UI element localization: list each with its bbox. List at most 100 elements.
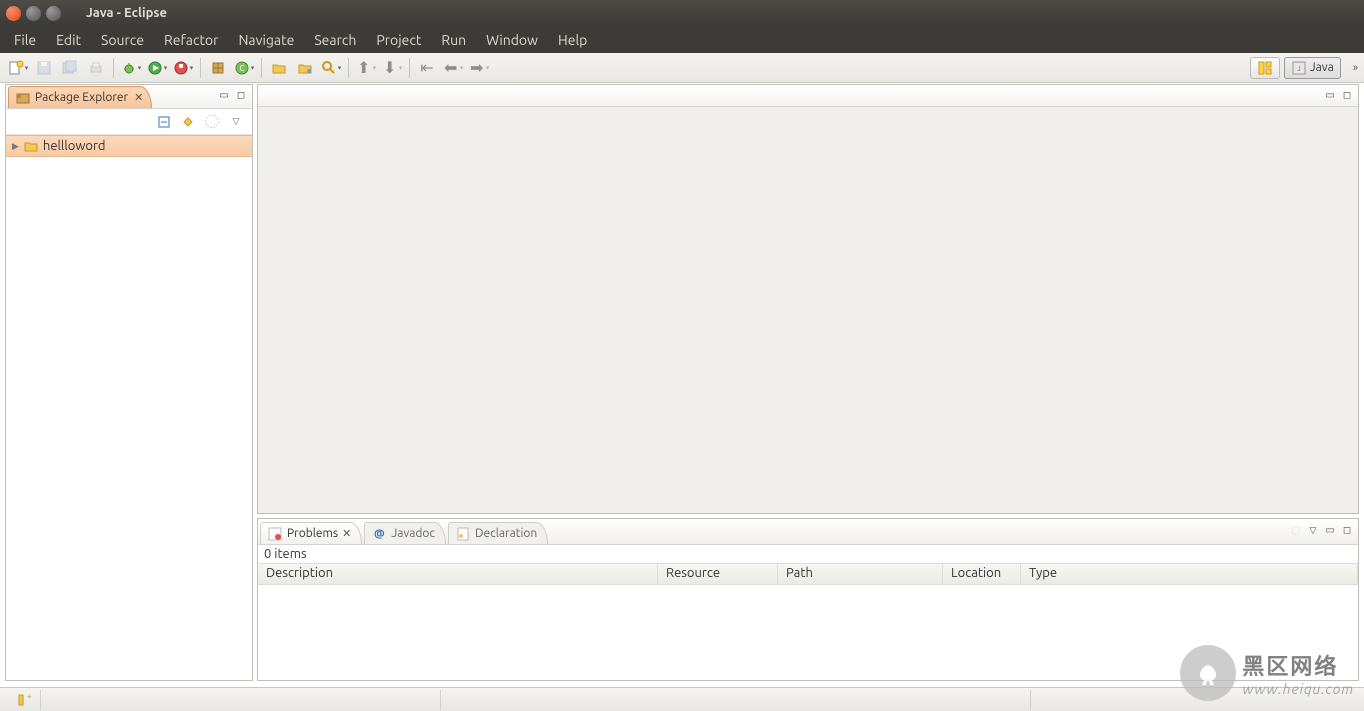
nav-last-edit: ⇤ — [415, 56, 439, 80]
new-button[interactable]: ▾ — [6, 56, 30, 80]
focus-task-button: ◌ — [202, 112, 222, 132]
run-icon — [147, 60, 163, 76]
problems-icon — [267, 526, 283, 542]
new-package-button[interactable] — [206, 56, 230, 80]
save-button — [32, 56, 56, 80]
minimize-editor-button[interactable]: ▭ — [1323, 88, 1337, 102]
toolbar-separator — [348, 58, 349, 78]
col-path[interactable]: Path — [778, 564, 943, 584]
project-name: hellloword — [43, 139, 106, 153]
statusbar: + — [0, 687, 1364, 711]
toolbar-separator — [113, 58, 114, 78]
print-icon — [88, 60, 104, 76]
toolbar-overflow-icon[interactable]: » — [1353, 62, 1358, 74]
editor-tabrow: ▭ ◻ — [258, 85, 1358, 107]
main-toolbar: ▾ ▾ ▾ ▾ C▾ ▾ ⬆▾ ⬇▾ ⇤ ⬅▾ ➡▾ JJava » — [0, 53, 1364, 83]
debug-button[interactable]: ▾ — [119, 56, 143, 80]
menubar: File Edit Source Refactor Navigate Searc… — [0, 26, 1364, 53]
java-perspective-button[interactable]: JJava — [1284, 57, 1341, 79]
new-icon — [8, 60, 24, 76]
minimize-view-button[interactable]: ▭ — [217, 88, 231, 102]
tab-declaration-label: Declaration — [475, 527, 537, 540]
collapse-all-icon — [156, 114, 172, 130]
maximize-view-button[interactable]: ◻ — [234, 88, 248, 102]
fast-view-icon: + — [16, 692, 32, 708]
package-explorer-label: Package Explorer — [35, 91, 128, 104]
save-icon — [36, 60, 52, 76]
tab-problems-label: Problems — [287, 527, 338, 540]
col-type[interactable]: Type — [1021, 564, 1358, 584]
search-button[interactable]: ▾ — [319, 56, 343, 80]
problems-body: 0 items Description Resource Path Locati… — [258, 545, 1358, 680]
editor-column: ▭ ◻ Problems ✕ @ Javadoc Declaration — [257, 84, 1359, 681]
fast-view-button[interactable]: + — [8, 690, 41, 710]
menu-window[interactable]: Window — [476, 28, 548, 52]
menu-search[interactable]: Search — [304, 28, 366, 52]
java-perspective-icon: J — [1291, 60, 1307, 76]
folder-icon — [297, 60, 313, 76]
tab-declaration[interactable]: Declaration — [448, 522, 548, 544]
toolbar-separator — [261, 58, 262, 78]
view-menu-button[interactable]: ▽ — [226, 112, 246, 132]
close-icon[interactable]: ✕ — [342, 527, 351, 540]
package-explorer-toolbar: ◌ ▽ — [6, 109, 252, 135]
col-resource[interactable]: Resource — [658, 564, 778, 584]
external-tools-button[interactable]: ▾ — [171, 56, 195, 80]
window-close-button[interactable] — [6, 6, 21, 21]
workspace: Package Explorer ✕ ▭ ◻ ◌ ▽ ▶ hellloword — [5, 84, 1359, 681]
open-task-button[interactable] — [293, 56, 317, 80]
maximize-editor-button[interactable]: ◻ — [1340, 88, 1354, 102]
nav-next-annotation: ⬇▾ — [380, 56, 404, 80]
menu-source[interactable]: Source — [91, 28, 154, 52]
chevron-down-icon: ▽ — [233, 116, 240, 127]
menu-navigate[interactable]: Navigate — [228, 28, 304, 52]
nav-back: ⬅▾ — [441, 56, 465, 80]
minimize-problems-button[interactable]: ▭ — [1323, 523, 1337, 537]
problems-table-header: Description Resource Path Location Type — [258, 563, 1358, 585]
tab-javadoc[interactable]: @ Javadoc — [364, 522, 446, 544]
package-explorer-view: Package Explorer ✕ ▭ ◻ ◌ ▽ ▶ hellloword — [5, 84, 253, 681]
window-maximize-button[interactable] — [46, 6, 61, 21]
problems-panel: Problems ✕ @ Javadoc Declaration ◌ ▽ ▭ ◻ — [257, 518, 1359, 681]
menu-run[interactable]: Run — [431, 28, 476, 52]
window-minimize-button[interactable] — [26, 6, 41, 21]
menu-project[interactable]: Project — [366, 28, 431, 52]
project-tree[interactable]: ▶ hellloword — [6, 135, 252, 680]
link-icon — [180, 114, 196, 130]
menu-file[interactable]: File — [4, 28, 46, 52]
status-area-left — [41, 690, 441, 710]
new-class-button[interactable]: C▾ — [232, 56, 256, 80]
maximize-problems-button[interactable]: ◻ — [1340, 523, 1354, 537]
declaration-icon — [455, 526, 471, 542]
menu-edit[interactable]: Edit — [46, 28, 91, 52]
window-titlebar: Java - Eclipse — [0, 0, 1364, 26]
collapse-all-button[interactable] — [154, 112, 174, 132]
package-icon — [210, 60, 226, 76]
view-menu-button[interactable]: ▽ — [1306, 523, 1320, 537]
nav-forward: ➡▾ — [467, 56, 491, 80]
col-location[interactable]: Location — [943, 564, 1021, 584]
project-item[interactable]: ▶ hellloword — [6, 135, 252, 157]
svg-text:C: C — [239, 64, 244, 73]
close-icon[interactable]: ✕ — [134, 91, 143, 104]
search-icon — [321, 60, 337, 76]
arrow-up-icon: ⬆ — [356, 60, 372, 76]
package-explorer-tab[interactable]: Package Explorer ✕ — [8, 86, 152, 108]
tab-problems[interactable]: Problems ✕ — [260, 522, 362, 544]
problems-tabrow: Problems ✕ @ Javadoc Declaration ◌ ▽ ▭ ◻ — [258, 519, 1358, 545]
external-tools-icon — [173, 60, 189, 76]
arrow-down-icon: ⬇ — [382, 60, 398, 76]
expand-icon[interactable]: ▶ — [12, 141, 19, 152]
col-description[interactable]: Description — [258, 564, 658, 584]
bug-icon — [121, 60, 137, 76]
menu-refactor[interactable]: Refactor — [154, 28, 228, 52]
link-with-editor-button[interactable] — [178, 112, 198, 132]
focus-problems-button: ◌ — [1289, 523, 1303, 537]
open-type-button[interactable] — [267, 56, 291, 80]
run-button[interactable]: ▾ — [145, 56, 169, 80]
arrow-right-icon: ➡ — [469, 60, 485, 76]
task-icon: ◌ — [204, 114, 220, 130]
menu-help[interactable]: Help — [548, 28, 597, 52]
nav-prev-annotation: ⬆▾ — [354, 56, 378, 80]
open-perspective-button[interactable] — [1250, 57, 1280, 79]
